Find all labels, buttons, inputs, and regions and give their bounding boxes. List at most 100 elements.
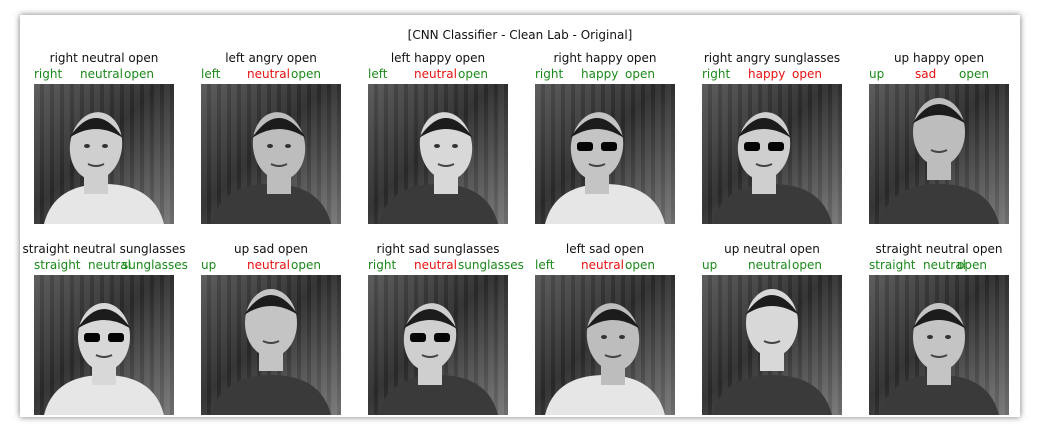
prediction-eyes: sunglasses xyxy=(122,258,188,272)
prediction-expression: neutral xyxy=(414,258,457,272)
ground-truth-label: up happy open xyxy=(893,51,985,65)
eye-right xyxy=(945,335,951,339)
prediction-labels: up sad open xyxy=(869,67,1029,81)
prediction-eyes: open xyxy=(792,67,822,81)
sunglasses-lens-left xyxy=(84,333,100,342)
prediction-expression: sad xyxy=(915,67,937,81)
face-drawing xyxy=(44,303,164,415)
face-image xyxy=(368,275,508,415)
face-image xyxy=(201,84,341,224)
face-image xyxy=(201,275,341,415)
face-drawing xyxy=(211,289,331,415)
sunglasses-lens-right xyxy=(434,333,450,342)
ground-truth-label: left sad open xyxy=(565,242,645,256)
prediction-labels: straight neutral open xyxy=(869,258,1029,272)
prediction-eyes: open xyxy=(957,258,987,272)
prediction-expression: neutral xyxy=(414,67,457,81)
prediction-eyes: open xyxy=(625,67,655,81)
prediction-expression: happy xyxy=(748,67,786,81)
prediction-eyes: open xyxy=(792,258,822,272)
face-image xyxy=(702,275,842,415)
face-drawing xyxy=(211,112,331,224)
ground-truth-label: left happy open xyxy=(390,51,486,65)
face-image xyxy=(535,275,675,415)
face-drawing xyxy=(378,112,498,224)
face-image xyxy=(34,275,174,415)
eye-left xyxy=(434,144,440,148)
face-image xyxy=(368,84,508,224)
prediction-eyes: open xyxy=(458,67,488,81)
prediction-labels: right neutral sunglasses xyxy=(368,258,528,272)
sunglasses-lens-left xyxy=(410,333,426,342)
face-drawing xyxy=(44,112,164,224)
prediction-labels: left neutral open xyxy=(201,67,361,81)
sunglasses-lens-right xyxy=(601,142,617,151)
prediction-pose: right xyxy=(702,67,731,81)
prediction-pose: up xyxy=(869,67,885,81)
face-drawing xyxy=(712,289,832,415)
prediction-labels: straight neutral sunglasses xyxy=(34,258,194,272)
eye-right xyxy=(452,144,458,148)
face-image xyxy=(702,84,842,224)
prediction-pose: right xyxy=(34,67,63,81)
shoulders xyxy=(211,375,331,415)
face-image xyxy=(869,275,1009,415)
prediction-pose: straight xyxy=(34,258,81,272)
prediction-expression: neutral xyxy=(581,258,624,272)
ground-truth-label: up neutral open xyxy=(724,242,820,256)
prediction-pose: left xyxy=(201,67,221,81)
face-drawing xyxy=(879,303,999,415)
prediction-labels: left neutral open xyxy=(535,258,695,272)
prediction-eyes: open xyxy=(291,67,321,81)
prediction-labels: right neutral open xyxy=(34,67,194,81)
face-image xyxy=(34,84,174,224)
ground-truth-label: right sad sunglasses xyxy=(376,242,500,256)
sunglasses-lens-left xyxy=(744,142,760,151)
eye-left xyxy=(601,335,607,339)
eye-right xyxy=(285,144,291,148)
figure-panel: [CNN Classifier - Clean Lab - Original] … xyxy=(20,15,1020,417)
prediction-expression: neutral xyxy=(247,258,290,272)
face-drawing xyxy=(712,112,832,224)
eye-right xyxy=(102,144,108,148)
ground-truth-label: right happy open xyxy=(553,51,657,65)
prediction-eyes: open xyxy=(291,258,321,272)
eye-left xyxy=(927,335,933,339)
face-drawing xyxy=(879,98,999,224)
shoulders xyxy=(712,375,832,415)
ground-truth-label: straight neutral sunglasses xyxy=(22,242,186,256)
figure-title: [CNN Classifier - Clean Lab - Original] xyxy=(407,28,633,42)
eye-left xyxy=(267,144,273,148)
prediction-expression: neutral xyxy=(80,67,123,81)
prediction-eyes: open xyxy=(124,67,154,81)
ground-truth-label: left angry open xyxy=(225,51,317,65)
ground-truth-label: right neutral open xyxy=(49,51,159,65)
face-image xyxy=(535,84,675,224)
prediction-pose: straight xyxy=(869,258,916,272)
ground-truth-label: right angry sunglasses xyxy=(703,51,841,65)
prediction-eyes: open xyxy=(625,258,655,272)
face-image xyxy=(869,84,1009,224)
prediction-labels: left neutral open xyxy=(368,67,528,81)
prediction-pose: right xyxy=(368,258,397,272)
prediction-pose: left xyxy=(535,258,555,272)
prediction-labels: up neutral open xyxy=(201,258,361,272)
sunglasses-lens-right xyxy=(108,333,124,342)
ground-truth-label: up sad open xyxy=(233,242,309,256)
prediction-pose: up xyxy=(201,258,217,272)
prediction-labels: right happy open xyxy=(702,67,862,81)
eye-right xyxy=(619,335,625,339)
prediction-eyes: sunglasses xyxy=(458,258,524,272)
prediction-labels: right happy open xyxy=(535,67,695,81)
prediction-labels: up neutral open xyxy=(702,258,862,272)
ground-truth-label: straight neutral open xyxy=(875,242,1003,256)
prediction-expression: neutral xyxy=(247,67,290,81)
prediction-pose: up xyxy=(702,258,718,272)
prediction-pose: left xyxy=(368,67,388,81)
sunglasses-lens-right xyxy=(768,142,784,151)
face-drawing xyxy=(378,303,498,415)
face-drawing xyxy=(545,303,665,415)
prediction-pose: right xyxy=(535,67,564,81)
shoulders xyxy=(879,184,999,224)
eye-left xyxy=(84,144,90,148)
